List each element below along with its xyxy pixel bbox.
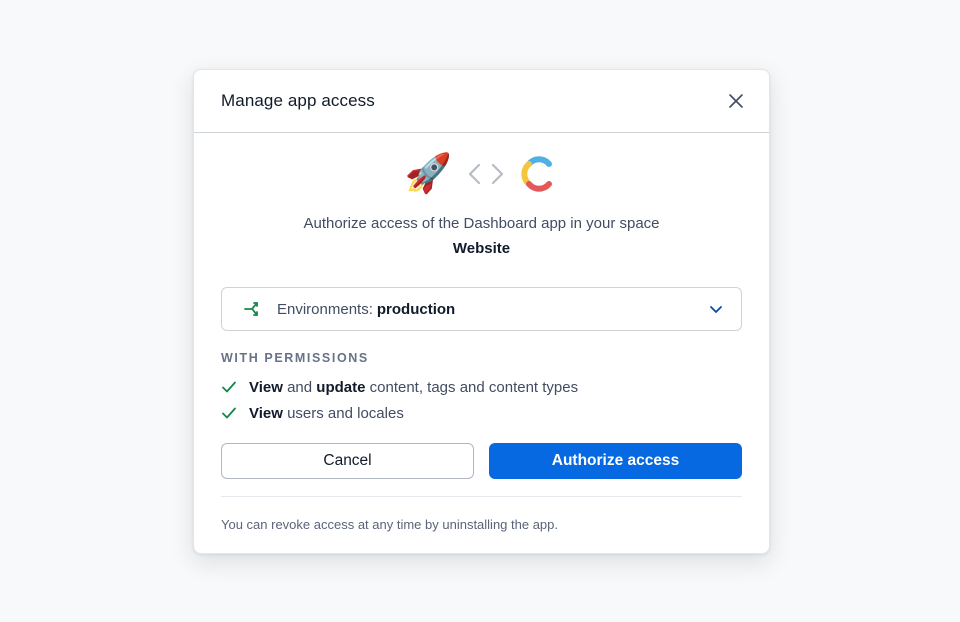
check-icon — [222, 381, 236, 393]
dialog-header: Manage app access — [194, 70, 769, 133]
permission-text: View users and locales — [249, 404, 404, 422]
environment-branch-icon — [244, 302, 258, 316]
authorize-description: Authorize access of the Dashboard app in… — [303, 215, 660, 232]
permission-item: View and update content, tags and conten… — [221, 374, 742, 400]
code-brackets-icon — [468, 163, 503, 185]
close-icon — [729, 94, 743, 108]
manage-app-access-dialog: Manage app access 🚀 Authorize access of … — [193, 69, 770, 554]
rocket-icon: 🚀 — [404, 153, 453, 195]
dialog-body: 🚀 Authorize access of the Dashboard app … — [194, 152, 769, 532]
app-space-logos: 🚀 — [221, 152, 742, 196]
permission-text: View and update content, tags and conten… — [249, 378, 579, 396]
environments-label: Environments: — [277, 300, 373, 318]
dialog-title: Manage app access — [221, 91, 375, 110]
cancel-button[interactable]: Cancel — [221, 443, 474, 479]
check-icon — [222, 407, 236, 419]
space-name: Website — [452, 240, 511, 257]
permissions-heading: With permissions — [221, 351, 369, 365]
environments-value: production — [376, 300, 456, 318]
dialog-actions: Cancel Authorize access — [221, 443, 742, 479]
footer-divider — [221, 496, 742, 497]
chevron-down-icon — [710, 306, 722, 313]
environments-select[interactable]: Environments: production — [221, 287, 742, 331]
revoke-access-note: You can revoke access at any time by uni… — [221, 517, 559, 532]
permission-item: View users and locales — [221, 400, 742, 426]
contentful-logo-icon — [520, 156, 552, 192]
permissions-list: View and update content, tags and conten… — [221, 374, 742, 426]
close-button[interactable] — [723, 88, 749, 114]
authorize-access-button[interactable]: Authorize access — [489, 443, 742, 479]
